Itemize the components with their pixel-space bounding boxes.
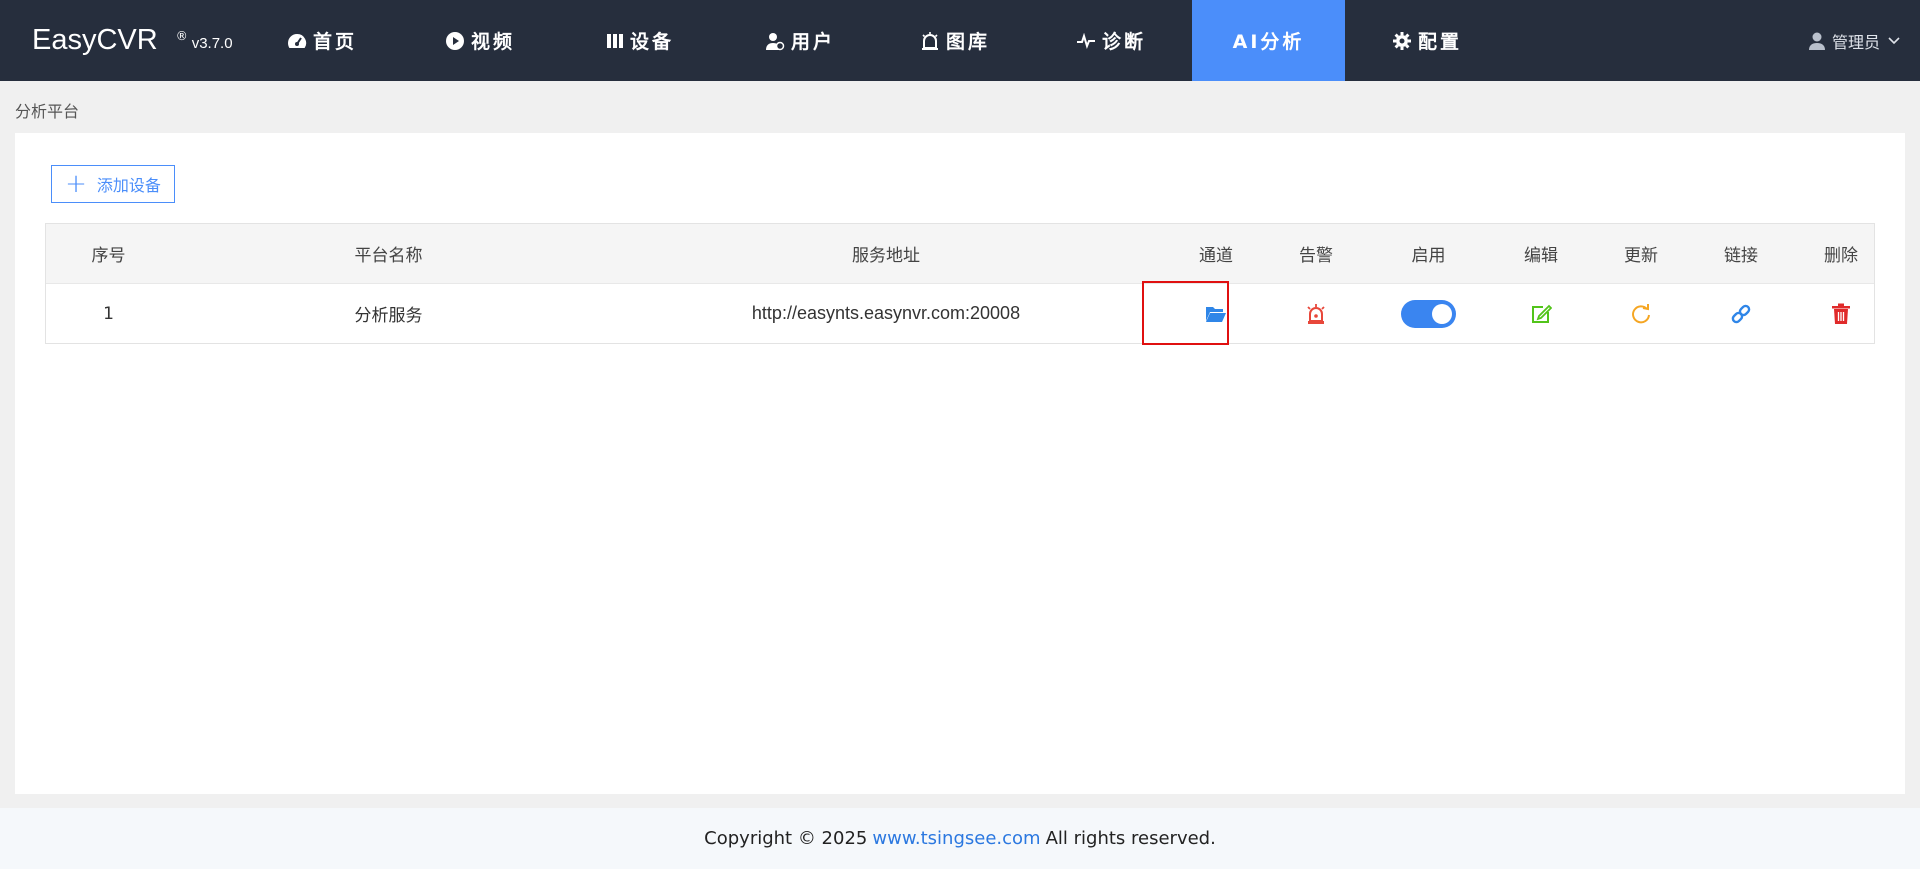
add-device-label: 添加设备 (96, 176, 161, 195)
toggle-knob (1432, 303, 1452, 324)
header-alarm: 告警 (1299, 246, 1333, 266)
cell-update (1591, 284, 1691, 343)
header-enable: 启用 (1411, 246, 1446, 266)
table-row: 1 分析服务 http://easynts.easynvr.com:20008 (46, 284, 1874, 343)
brand-registered-mark: ® (175, 28, 188, 43)
nav-ai-analysis[interactable]: AI分析 (1192, 0, 1345, 81)
table-header: 序号 平台名称 服务地址 通道 告警 启用 编辑 更新 链接 删除 (46, 224, 1874, 284)
header-edit: 编辑 (1524, 246, 1558, 266)
enable-toggle[interactable] (1401, 299, 1456, 328)
nav-video-label: 视频 (470, 31, 515, 53)
cell-enable (1366, 284, 1491, 343)
nav-gallery-label: 图库 (945, 31, 990, 53)
footer-copyright: Copyright © 2025 (704, 828, 868, 849)
dashboard-icon (287, 33, 307, 48)
footer: Copyright © 2025 www.tsingsee.com All ri… (0, 808, 1920, 869)
user-menu[interactable]: 管理员 (1808, 0, 1906, 81)
breadcrumb: 分析平台 (15, 102, 80, 121)
folder-open-icon (1206, 306, 1226, 322)
channel-button[interactable] (1205, 305, 1227, 323)
nav-home-label: 首页 (312, 31, 357, 53)
update-button[interactable] (1630, 303, 1652, 325)
gear-icon (1392, 31, 1411, 50)
header-name: 平台名称 (354, 246, 423, 266)
nav-gallery[interactable]: 图库 (894, 0, 1016, 81)
footer-rights: All rights reserved. (1045, 828, 1216, 849)
cell-name: 分析服务 (354, 306, 423, 326)
nav-device[interactable]: 设备 (580, 0, 700, 81)
nav-ai-label: AI分析 (1232, 31, 1305, 53)
delete-button[interactable] (1831, 303, 1851, 325)
alarm-light-icon (921, 31, 938, 50)
edit-icon (1532, 304, 1552, 323)
play-icon (445, 31, 464, 50)
footer-link[interactable]: www.tsingsee.com (872, 828, 1040, 849)
header-address: 服务地址 (852, 246, 920, 266)
device-icon (606, 33, 623, 48)
link-icon (1731, 304, 1751, 323)
user-name: 管理员 (1831, 32, 1880, 52)
nav-diagnose-label: 诊断 (1101, 31, 1146, 53)
header-index: 序号 (91, 246, 126, 266)
cell-link (1691, 284, 1791, 343)
cell-channel (1166, 284, 1266, 343)
main-panel: + 添加设备 序号 平台名称 服务地址 通道 告警 启用 编辑 更新 链接 删除… (15, 133, 1905, 794)
nav-config[interactable]: 配置 (1366, 0, 1488, 81)
pulse-icon (1076, 32, 1095, 49)
alarm-button[interactable] (1305, 303, 1327, 325)
header-channel: 通道 (1199, 246, 1233, 266)
cell-delete (1791, 284, 1891, 343)
nav-video[interactable]: 视频 (420, 0, 540, 81)
brand-name: EasyCVR (32, 24, 158, 56)
cell-edit (1491, 284, 1591, 343)
cell-address: http://easynts.easynvr.com:20008 (751, 303, 1021, 323)
header-delete: 删除 (1824, 246, 1858, 266)
brand-version: v3.7.0 (191, 35, 233, 52)
nav-diagnose[interactable]: 诊断 (1050, 0, 1172, 81)
header-update: 更新 (1624, 246, 1658, 266)
nav-home[interactable]: 首页 (262, 0, 382, 81)
platform-table: 序号 平台名称 服务地址 通道 告警 启用 编辑 更新 链接 删除 1 分析服务… (45, 223, 1875, 344)
plus-icon: + (65, 169, 87, 199)
alarm-icon (1307, 303, 1325, 324)
nav-user-label: 用户 (790, 31, 835, 53)
trash-icon (1832, 303, 1850, 324)
chevron-down-icon (1888, 36, 1900, 44)
header-link: 链接 (1724, 246, 1758, 266)
cell-index: 1 (103, 303, 114, 324)
nav-user[interactable]: 用户 (740, 0, 860, 81)
edit-button[interactable] (1530, 303, 1552, 325)
brand[interactable]: EasyCVR ® v3.7.0 (32, 0, 233, 81)
nav-config-label: 配置 (1417, 31, 1462, 53)
refresh-icon (1632, 303, 1650, 323)
top-navbar: EasyCVR ® v3.7.0 首页 视频 设备 用户 图库 诊断 AI分析 … (0, 0, 1920, 81)
link-button[interactable] (1730, 303, 1752, 325)
add-device-button[interactable]: + 添加设备 (51, 165, 175, 203)
nav-device-label: 设备 (629, 31, 674, 53)
cell-alarm (1266, 284, 1366, 343)
user-plus-icon (765, 32, 785, 50)
user-icon (1808, 32, 1825, 50)
